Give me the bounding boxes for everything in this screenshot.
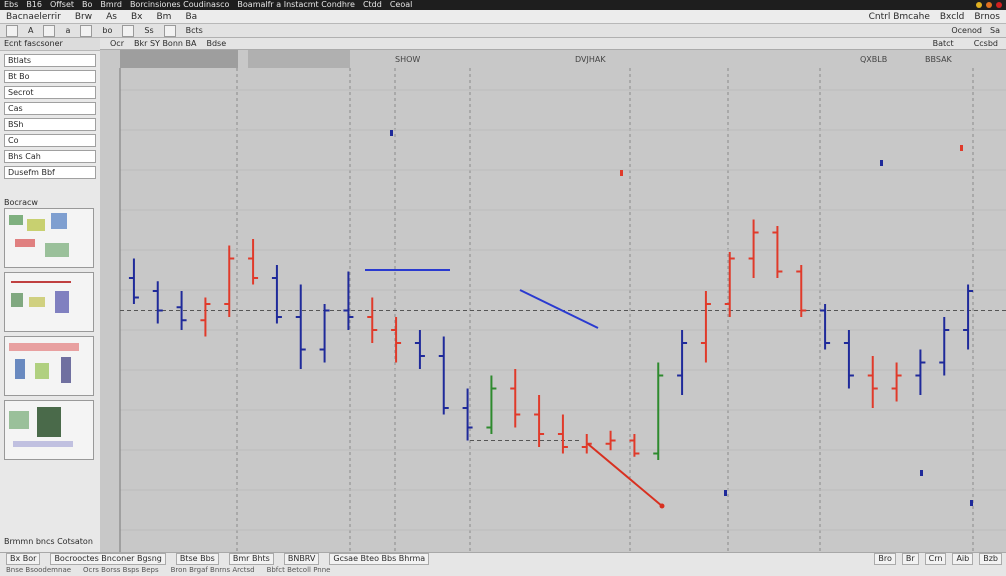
section-label: SHOW [395,55,420,64]
chart-tab[interactable]: Ocr [110,38,124,49]
menu-bar: Bacnaelerrir Brw As Bx Bm Ba Cntrl Bmcah… [0,10,1006,24]
menu-item[interactable]: Brw [75,10,92,23]
toolbar-label[interactable]: A [28,26,33,35]
menu-item[interactable]: As [106,10,117,23]
price-chart[interactable]: SHOW DVJHAK QXBLB BBSAK [100,50,1006,552]
status-cell[interactable]: Bocrooctes Bnconer Bgsng [50,553,166,565]
toolbar-label[interactable]: Ss [144,26,153,35]
title-part: Bmrd [100,0,122,9]
thumbnail-panel-label: Bocracw [4,198,38,207]
chart-tab[interactable]: Bdse [206,38,226,49]
status-bar: Bx Bor Bocrooctes Bnconer Bgsng Btse Bbs… [0,552,1006,576]
sidebar-field[interactable]: Dusefm Bbf [4,166,96,179]
sidebar-field[interactable]: Co [4,134,96,147]
status-cell[interactable]: BNBRV [283,553,320,565]
window-title-bar: Ebs B16 Offset Bo Bmrd Borcinsiones Coud… [0,0,1006,10]
marker-tick [920,470,923,476]
title-end: Ctdd [362,0,382,9]
sidebar-status: Brmmn bncs Cotsaton [4,537,93,546]
arrow-left-icon[interactable] [6,24,18,37]
title-part: Offset [49,0,75,9]
thumbnail[interactable] [4,336,94,396]
status-text: Ocrs Borss Bsps Beps [83,566,159,574]
menu-item[interactable]: Bacnaelerrir [6,10,61,23]
marker-tick [880,160,883,166]
close-icon[interactable] [996,2,1002,8]
title-mid: Borcinsiones Coudinasco [129,0,230,9]
status-cell-right[interactable]: Bro [874,553,896,565]
menu-item[interactable]: Ba [185,10,197,23]
chart-tab-bar: Ocr Bkr SY Bonn BA Bdse Batct Ccsbd [100,38,1006,50]
arrow-head [659,503,665,509]
pen-icon[interactable] [122,24,135,37]
toolbar-right-label[interactable]: Sa [990,26,1000,35]
chart-header-block [120,50,238,68]
thumbnail-panel: Bocracw [4,198,94,464]
section-label: DVJHAK [575,55,606,64]
thumbnail[interactable] [4,272,94,332]
chart-tab-right[interactable]: Batct [933,38,954,49]
sidebar-field[interactable]: Bhs Cah [4,150,96,163]
menu-item-right[interactable]: Bxcld [940,10,965,23]
status-cell-right[interactable]: Br [901,553,919,565]
section-label: QXBLB [860,55,887,64]
title-part: Ebs [4,0,19,9]
thumbnail[interactable] [4,208,94,268]
chart-tab[interactable]: Bkr SY Bonn BA [134,38,197,49]
menu-item[interactable]: Bx [131,10,143,23]
title-end-2: Ceoal [389,0,413,9]
sidebar-field[interactable]: Btlats [4,54,96,67]
chart-area[interactable]: Ocr Bkr SY Bonn BA Bdse Batct Ccsbd SHOW… [100,38,1006,552]
line-tool-icon[interactable] [80,24,93,37]
status-cell-right[interactable]: Aib [952,553,974,565]
status-cell[interactable]: Btse Bbs [175,553,219,565]
thumbnail[interactable] [4,400,94,460]
menu-item-right[interactable]: Cntrl Bmcahe [869,10,930,23]
status-cell[interactable]: Bmr Bhts [228,553,274,565]
title-part: B16 [26,0,42,9]
toolbar: A a bo Ss Bcts Ocenod Sa [0,24,1006,38]
status-cell-right[interactable]: Bzb [979,553,1002,565]
sidebar-field[interactable]: Cas [4,102,96,115]
status-cell[interactable]: Gcsae Bteo Bbs Bhrma [329,553,430,565]
status-text: Bnse Bsoodemnae [6,566,72,574]
toolbar-label[interactable]: bo [102,26,112,35]
sidebar-field[interactable]: Bt Bo [4,70,96,83]
sidebar-field[interactable]: BSh [4,118,96,131]
toolbar-label[interactable]: Bcts [186,26,203,35]
window-controls [976,0,1006,10]
cursor-icon[interactable] [43,24,56,37]
title-right: Boamalfr a Instacmt Condhre [237,0,355,9]
status-text: Bron Brgaf Bnrns Arctsd [170,566,255,574]
sidebar-field[interactable]: Secrot [4,86,96,99]
menu-item[interactable]: Bm [157,10,172,23]
menu-item-right[interactable]: Brnos [974,10,1000,23]
toolbar-label[interactable]: a [65,26,70,35]
marker-tick [620,170,623,176]
marker-tick [960,145,963,151]
sidebar: Ecnt fascsoner Btlats Bt Bo Secrot Cas B… [0,38,101,552]
chart-background [100,50,1006,552]
maximize-icon[interactable] [986,2,992,8]
chart-tab-right[interactable]: Ccsbd [974,38,998,49]
section-label: BBSAK [925,55,953,64]
zoom-icon[interactable] [163,24,176,37]
sidebar-header: Ecnt fascsoner [0,38,100,51]
toolbar-right-label[interactable]: Ocenod [951,26,982,35]
marker-tick [724,490,727,496]
status-cell-right[interactable]: Crn [924,553,947,565]
chart-header-block [248,50,350,68]
title-part: Bo [82,0,93,9]
marker-tick [970,500,973,506]
status-text: Bbfct Betcoll Pnne [266,566,331,574]
minimize-icon[interactable] [976,2,982,8]
marker-tick [390,130,393,136]
status-cell[interactable]: Bx Bor [6,553,41,565]
